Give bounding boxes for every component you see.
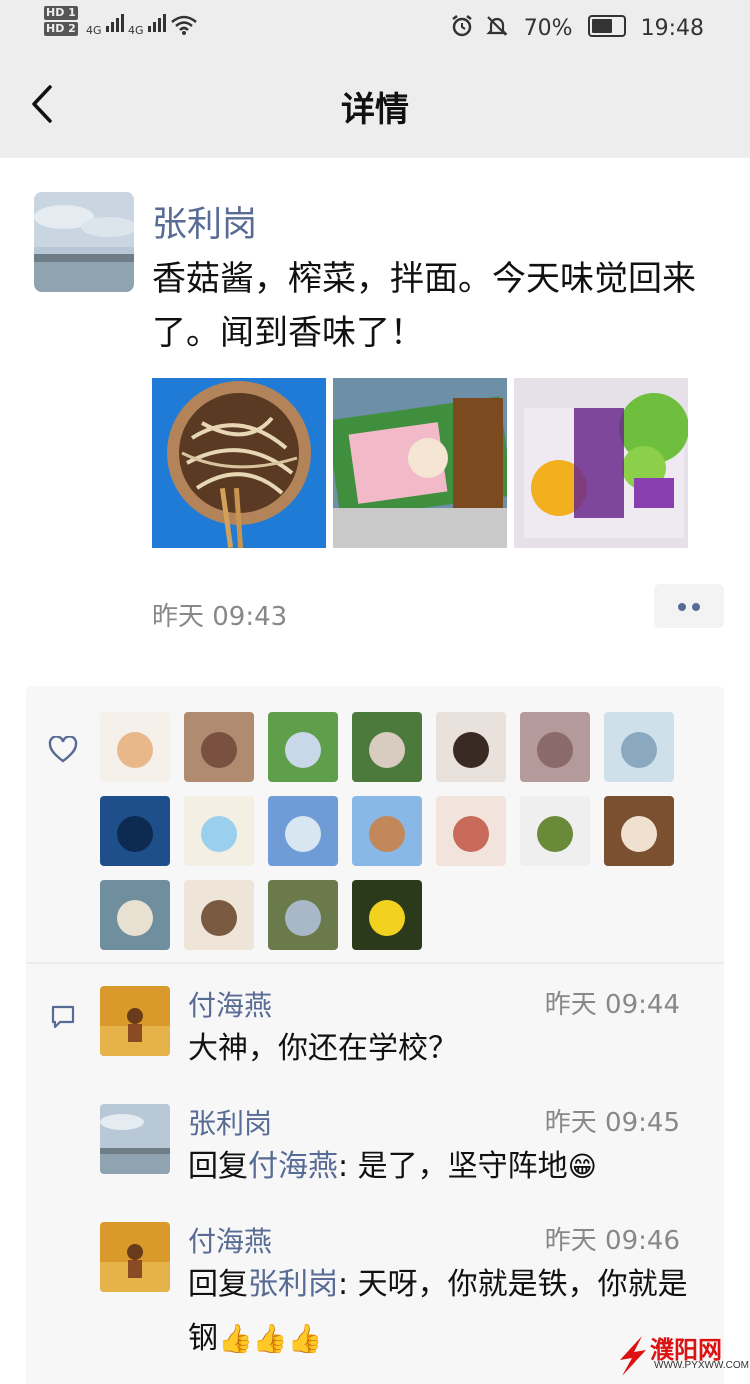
thumbs-up-emoji-icon: 👍👍👍: [218, 1322, 323, 1355]
comment-time: 昨天 09:44: [544, 990, 680, 1020]
liker-avatar[interactable]: [436, 712, 506, 782]
liker-avatar[interactable]: [520, 712, 590, 782]
more-actions-button[interactable]: [654, 584, 724, 628]
liker-avatar[interactable]: [184, 796, 254, 866]
dot-icon: [678, 603, 686, 611]
comment-author[interactable]: 付海燕: [188, 1220, 272, 1260]
liker-avatar[interactable]: [268, 796, 338, 866]
grin-emoji-icon: 😁: [567, 1150, 597, 1183]
sim2-label: HD 2: [44, 22, 78, 36]
post-image-3[interactable]: [514, 378, 688, 548]
battery-icon: [587, 15, 626, 37]
comment-author[interactable]: 张利岗: [188, 1102, 272, 1142]
watermark-url: WWW.PYXWW.COM: [654, 1360, 749, 1371]
comment-body: 大神，你还在学校？: [188, 1031, 458, 1066]
signal-1-icon: 4G: [86, 12, 127, 37]
watermark-logo-icon: [620, 1336, 646, 1376]
commenter-avatar[interactable]: [100, 1222, 170, 1292]
sim1-label: HD 1: [44, 6, 78, 20]
alarm-icon: [451, 15, 472, 37]
clock: 19:48: [640, 16, 704, 41]
post-time: 昨天 09:43: [152, 602, 288, 632]
comments-panel: 付海燕 昨天 09:44 大神，你还在学校？ 张利岗 昨天 09:45 回复付海…: [26, 964, 724, 1384]
post-text: 香菇酱，榨菜，拌面。今天味觉回来了。闻到香味了！: [152, 259, 696, 353]
status-bar: HD 1 HD 2 4G 4G 70% 19:48: [0, 0, 750, 52]
heart-icon: [48, 736, 78, 763]
liker-avatar[interactable]: [100, 880, 170, 950]
network-1-label: 4G: [86, 24, 102, 37]
reply-to-name[interactable]: 付海燕: [248, 1149, 338, 1184]
commenter-avatar[interactable]: [100, 986, 170, 1056]
poster-avatar[interactable]: [34, 192, 134, 292]
status-right: 70% 19:48: [450, 14, 704, 41]
page-title: 详情: [341, 90, 409, 130]
comment-text: 回复张利岗: 天呀，你就是铁，你就是钢👍👍👍: [188, 1258, 688, 1366]
liker-avatar[interactable]: [604, 796, 674, 866]
liker-avatar[interactable]: [352, 796, 422, 866]
nav-bar: 详情: [0, 52, 750, 158]
network-2-label: 4G: [128, 24, 144, 37]
reply-prefix: 回复: [188, 1149, 248, 1184]
reply-prefix: 回复: [188, 1267, 248, 1302]
liker-avatar[interactable]: [268, 712, 338, 782]
comment-time: 昨天 09:46: [544, 1226, 680, 1256]
comment-body: : 是了，坚守阵地: [338, 1149, 568, 1184]
comment-time: 昨天 09:45: [544, 1108, 680, 1138]
signal-2-icon: 4G: [128, 12, 169, 37]
liker-avatar[interactable]: [520, 796, 590, 866]
sim-indicators: HD 1 HD 2: [44, 6, 78, 38]
wifi-icon: [171, 15, 197, 35]
liker-avatar[interactable]: [184, 712, 254, 782]
likes-panel: [26, 686, 724, 962]
liker-avatar[interactable]: [604, 712, 674, 782]
liker-avatar[interactable]: [352, 712, 422, 782]
post-image-2[interactable]: [333, 378, 507, 548]
comment-text: 回复付海燕: 是了，坚守阵地😁: [188, 1140, 688, 1194]
liker-avatar[interactable]: [268, 880, 338, 950]
liker-avatar[interactable]: [436, 796, 506, 866]
battery-percent: 70%: [523, 16, 573, 41]
liker-avatar[interactable]: [100, 712, 170, 782]
liker-avatar[interactable]: [184, 880, 254, 950]
mute-bell-icon: [486, 16, 508, 36]
post-image-1[interactable]: [152, 378, 326, 548]
poster-name[interactable]: 张利岗: [152, 196, 257, 247]
liker-avatar[interactable]: [352, 880, 422, 950]
site-watermark: 濮阳网 WWW.PYXWW.COM: [614, 1330, 749, 1380]
liker-avatar[interactable]: [100, 796, 170, 866]
dot-icon: [692, 603, 700, 611]
commenter-avatar[interactable]: [100, 1104, 170, 1174]
comment-icon: [51, 1005, 75, 1029]
comment-author[interactable]: 付海燕: [188, 984, 272, 1024]
reply-to-name[interactable]: 张利岗: [248, 1267, 338, 1302]
comment-text: 大神，你还在学校？: [188, 1022, 688, 1076]
